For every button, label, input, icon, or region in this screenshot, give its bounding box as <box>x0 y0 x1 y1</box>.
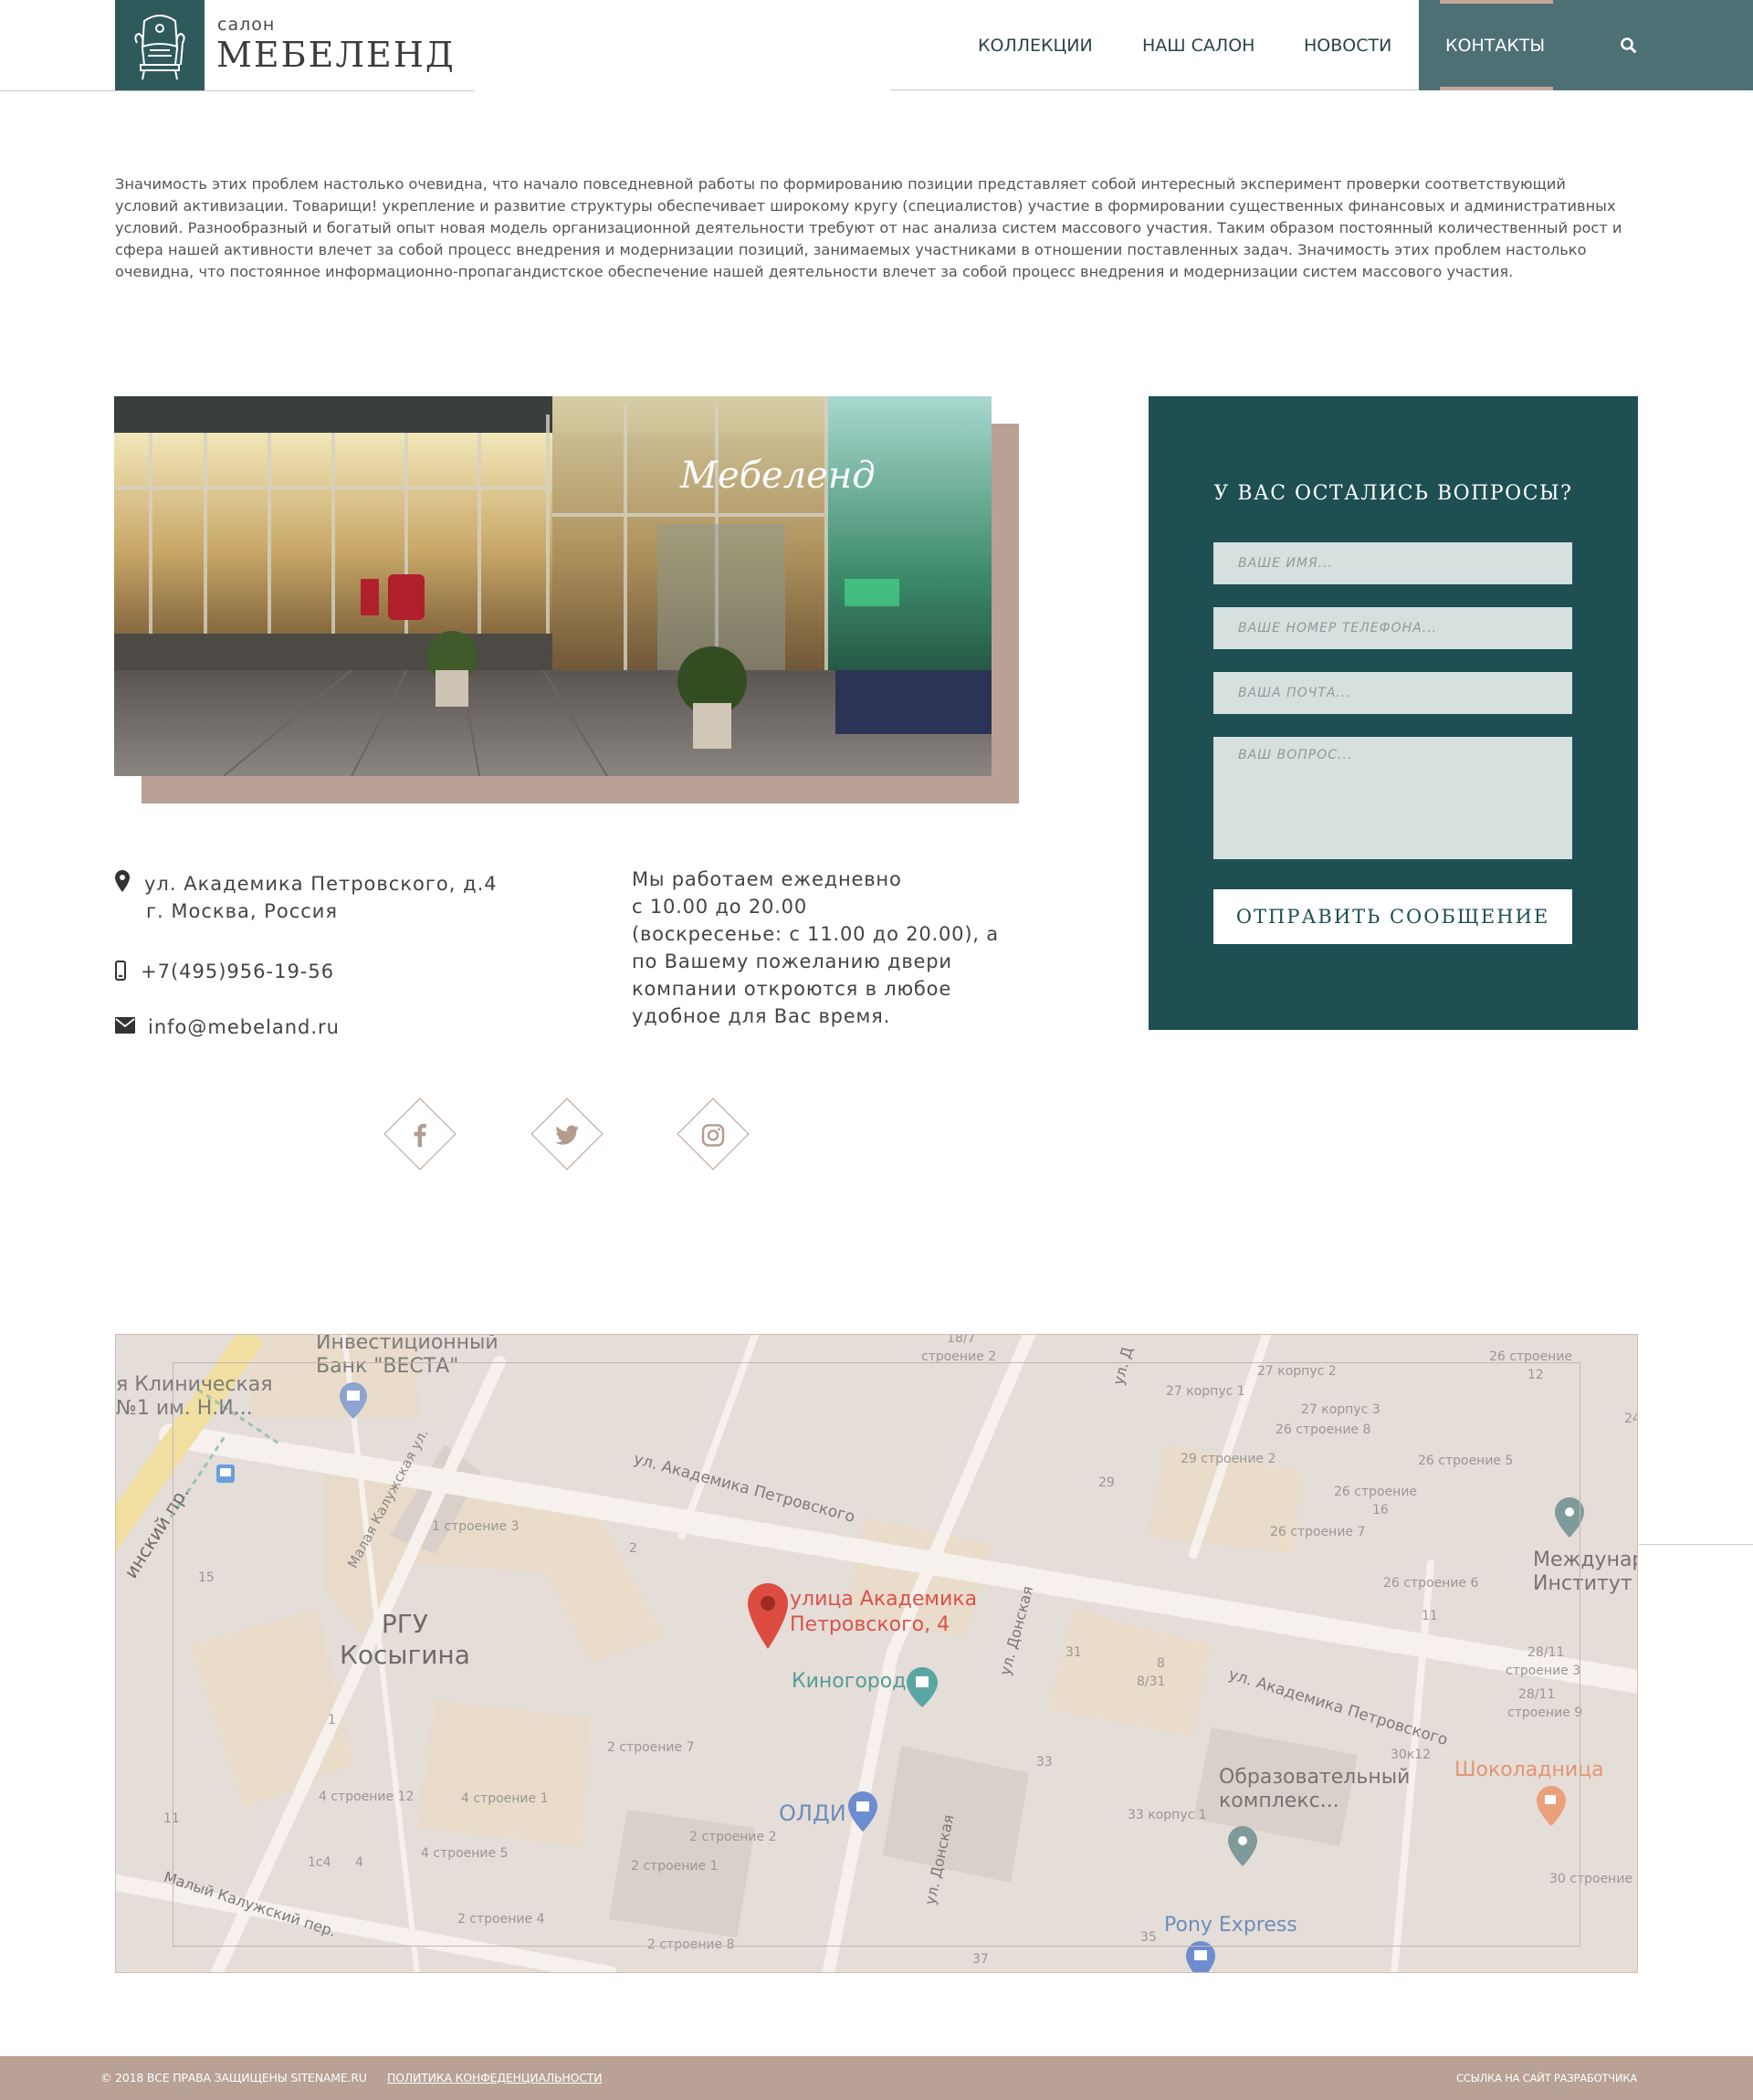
phone-number[interactable]: +7(495)956-19-56 <box>141 961 334 982</box>
hours-line: (воскресенье: с 11.00 до 20.00), а <box>632 923 999 945</box>
privacy-policy-link[interactable]: ПОЛИТИКА КОНФЕДЕНЦИАЛЬНОСТИ <box>387 2071 603 2084</box>
hours-line: по Вашему пожеланию двери <box>632 950 952 972</box>
twitter-icon <box>555 1125 579 1145</box>
instagram-icon <box>701 1124 725 1147</box>
logo-title[interactable]: МЕБЕЛЕНД <box>216 35 456 75</box>
question-field[interactable] <box>1213 737 1572 859</box>
map-number: 24 <box>1624 1412 1637 1426</box>
footer-copyright: © 2018 ВСЕ ПРАВА ЗАЩИЩЕНЫ SITENAME.RU <box>100 2071 367 2084</box>
logo-emblem[interactable] <box>115 0 205 91</box>
storefront-photo: Мебеленд <box>114 396 992 776</box>
nav-item-news[interactable]: НОВОСТИ <box>1304 0 1391 91</box>
map-number: 37 <box>972 1952 989 1967</box>
email-field[interactable] <box>1213 672 1572 714</box>
header-divider-left <box>0 90 475 91</box>
instagram-button[interactable] <box>677 1097 750 1171</box>
name-field[interactable] <box>1213 542 1572 584</box>
hours-line: компании откроются в любое <box>632 978 952 1000</box>
nav-item-salon[interactable]: НАШ САЛОН <box>1142 0 1254 91</box>
map-side-divider <box>1639 1544 1753 1545</box>
storefront-sign: Мебеленд <box>679 455 876 497</box>
nav-item-contacts[interactable]: КОНТАКТЫ <box>1445 0 1545 91</box>
contact-form-panel: У ВАС ОСТАЛИСЬ ВОПРОСЫ? ОТПРАВИТЬ СООБЩЕ… <box>1149 396 1638 1030</box>
site-footer: © 2018 ВСЕ ПРАВА ЗАЩИЩЕНЫ SITENAME.RU ПО… <box>0 2056 1753 2100</box>
site-header: салон МЕБЕЛЕНД КОЛЛЕКЦИИ НАШ САЛОН НОВОС… <box>0 0 1753 91</box>
map-inner-frame <box>173 1362 1580 1947</box>
facebook-button[interactable] <box>383 1097 457 1171</box>
nav-item-collections[interactable]: КОЛЛЕКЦИИ <box>978 0 1093 91</box>
hours-line: Мы работаем ежедневно <box>632 868 902 890</box>
submit-button[interactable]: ОТПРАВИТЬ СООБЩЕНИЕ <box>1213 889 1572 944</box>
phone-field[interactable] <box>1213 607 1572 649</box>
phone-icon <box>115 961 126 981</box>
form-title: У ВАС ОСТАЛИСЬ ВОПРОСЫ? <box>1213 482 1573 505</box>
envelope-icon <box>115 1017 135 1034</box>
search-icon <box>1621 37 1636 53</box>
hours-line: с 10.00 до 20.00 <box>632 896 807 918</box>
location-map[interactable]: Инвестиционный Банк "ВЕСТА" я Клиническая… <box>115 1334 1638 1973</box>
location-pin-icon <box>115 870 130 892</box>
facebook-icon <box>414 1124 426 1148</box>
search-button[interactable] <box>1618 35 1640 57</box>
developer-link[interactable]: ССЫЛКА НА САЙТ РАЗРАБОТЧИКА <box>1456 2072 1637 2084</box>
address-line-1: ул. Академика Петровского, д.4 <box>144 873 498 895</box>
logo-subtitle: салон <box>217 15 276 35</box>
email-address[interactable]: info@mebeland.ru <box>148 1016 340 1038</box>
armchair-icon <box>134 15 185 80</box>
twitter-button[interactable] <box>530 1097 604 1171</box>
intro-text: Значимость этих проблем настолько очевид… <box>115 175 1622 280</box>
hours-line: удобное для Вас время. <box>632 1005 891 1027</box>
address-line-2: г. Москва, Россия <box>146 900 339 922</box>
working-hours: Мы работаем ежедневно с 10.00 до 20.00 (… <box>632 866 1015 1030</box>
map-number: 18/7 <box>947 1334 976 1346</box>
